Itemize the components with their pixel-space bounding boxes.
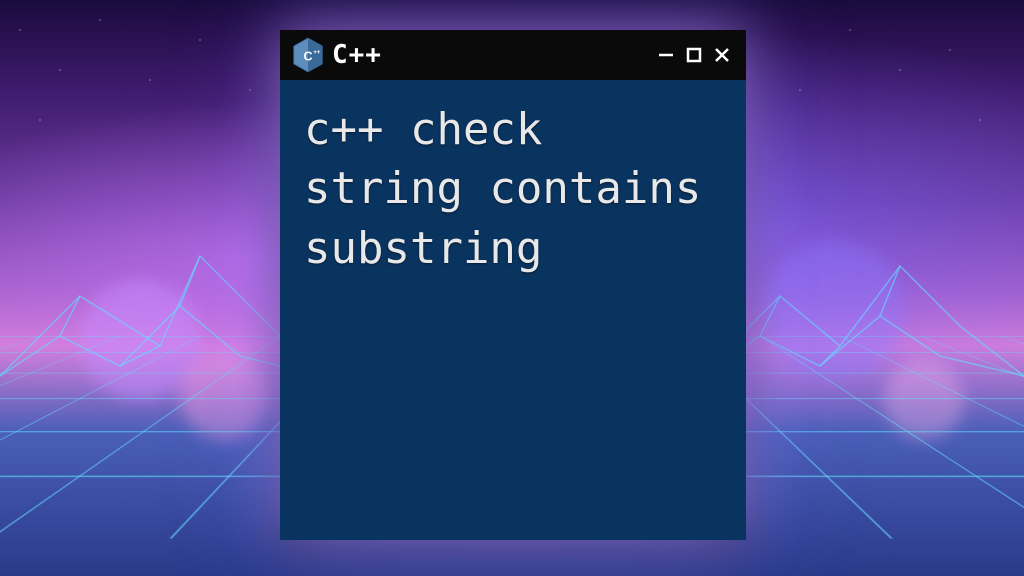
- terminal-content: c++ check string contains substring: [304, 100, 722, 278]
- window-title: C++: [332, 40, 646, 70]
- titlebar[interactable]: C + + C++: [280, 30, 746, 80]
- terminal-body[interactable]: c++ check string contains substring: [280, 80, 746, 298]
- svg-text:+: +: [317, 49, 321, 56]
- minimize-button[interactable]: [654, 43, 678, 67]
- cpp-logo-icon: C + +: [292, 37, 324, 73]
- terminal-window: C + + C++ c++ check string contains subs…: [280, 30, 746, 540]
- window-controls: [654, 43, 734, 67]
- maximize-button[interactable]: [682, 43, 706, 67]
- svg-text:C: C: [304, 49, 313, 63]
- close-button[interactable]: [710, 43, 734, 67]
